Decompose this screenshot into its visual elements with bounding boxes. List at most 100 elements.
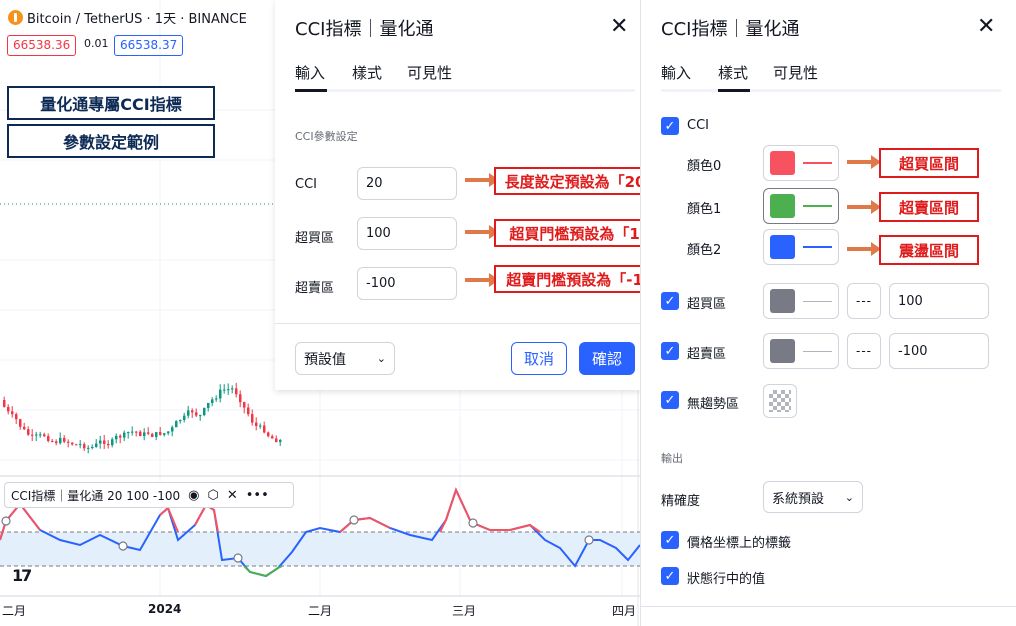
candle bbox=[107, 443, 110, 446]
candle bbox=[19, 419, 22, 427]
candle bbox=[187, 410, 190, 416]
trendless-fill-picker[interactable] bbox=[763, 384, 797, 418]
price-scale-label-checkbox[interactable]: ✓ bbox=[661, 531, 679, 549]
candle bbox=[67, 441, 70, 443]
overbought-swatch bbox=[770, 289, 796, 313]
bitcoin-icon bbox=[8, 10, 23, 25]
color2-swatch bbox=[770, 235, 796, 259]
tab-divider bbox=[661, 89, 1001, 92]
candle bbox=[155, 432, 158, 437]
cci-checkbox[interactable]: ✓ bbox=[661, 117, 679, 135]
candle bbox=[227, 389, 230, 391]
defaults-label: 預設值 bbox=[304, 351, 346, 368]
bid-price[interactable]: 66538.36 bbox=[7, 35, 77, 56]
overbought-line bbox=[803, 300, 832, 302]
ok-button[interactable]: 確認 bbox=[579, 342, 635, 375]
tab-style[interactable]: 樣式 bbox=[718, 62, 748, 83]
tab-style[interactable]: 樣式 bbox=[352, 62, 382, 83]
active-tab-indicator bbox=[295, 89, 327, 92]
overbought-value-input[interactable]: 100 bbox=[889, 283, 989, 319]
candle bbox=[175, 421, 178, 428]
oversold-color-picker[interactable] bbox=[763, 333, 839, 369]
overbought-checkbox[interactable]: ✓ bbox=[661, 292, 679, 310]
x-axis-label: 三月 bbox=[452, 604, 477, 618]
tab-inputs[interactable]: 輸入 bbox=[295, 62, 325, 83]
color2-picker[interactable] bbox=[763, 229, 839, 265]
dialog-title: CCI指標｜量化通 bbox=[295, 19, 434, 40]
subtitle-banner: 參數設定範例 bbox=[7, 124, 215, 158]
overbought-linestyle[interactable]: --- bbox=[847, 283, 881, 319]
close-icon[interactable]: ✕ bbox=[977, 14, 995, 39]
candle bbox=[135, 431, 138, 433]
symbol-header[interactable]: Bitcoin / TetherUS · 1天 · BINANCE bbox=[8, 8, 247, 27]
chevron-down-icon: ⌄ bbox=[844, 490, 854, 504]
candle bbox=[263, 425, 266, 433]
candle bbox=[43, 434, 46, 437]
candle bbox=[51, 440, 54, 442]
color0-swatch bbox=[770, 151, 796, 175]
candle bbox=[75, 444, 78, 446]
candle bbox=[191, 410, 194, 413]
candle bbox=[91, 446, 94, 448]
oversold-checkbox[interactable]: ✓ bbox=[661, 342, 679, 360]
overbought-color-picker[interactable] bbox=[763, 283, 839, 319]
candle bbox=[159, 432, 162, 435]
candle bbox=[131, 431, 134, 433]
candle bbox=[15, 414, 18, 420]
oversold-input[interactable]: -100 bbox=[357, 267, 457, 300]
candle bbox=[147, 432, 150, 434]
color2-line bbox=[803, 246, 832, 248]
candle bbox=[267, 432, 270, 437]
candle bbox=[115, 435, 118, 440]
settings-dialog-inputs[interactable]: CCI指標｜量化通 ✕ 輸入 樣式 可見性 CCI參數設定 CCI 20 超買區… bbox=[275, 0, 691, 390]
more-icon[interactable]: ••• bbox=[246, 488, 269, 503]
cancel-button[interactable]: 取消 bbox=[511, 342, 567, 375]
oversold-linestyle[interactable]: --- bbox=[847, 333, 881, 369]
tab-visibility[interactable]: 可見性 bbox=[407, 62, 452, 83]
annotation-color1: 超賣區間 bbox=[879, 192, 979, 222]
eye-icon[interactable]: ◉ bbox=[188, 488, 199, 503]
close-icon[interactable]: ✕ bbox=[227, 488, 238, 503]
settings-dialog-style[interactable]: CCI指標｜量化通 ✕ 輸入 樣式 可見性 ✓ CCI 顏色0 顏色1 顏色2 … bbox=[640, 0, 1016, 626]
cci-length-input[interactable]: 20 bbox=[357, 167, 457, 200]
price-scale-label-text: 價格坐標上的標籤 bbox=[687, 536, 792, 551]
tab-inputs[interactable]: 輸入 bbox=[661, 62, 691, 83]
candle bbox=[3, 400, 6, 407]
x-axis-label: 2024 bbox=[148, 602, 182, 616]
candle bbox=[47, 436, 50, 441]
candle bbox=[7, 406, 10, 412]
annotation-color0: 超買區間 bbox=[879, 148, 979, 178]
color1-swatch bbox=[770, 194, 796, 218]
oversold-label: 超賣區 bbox=[295, 281, 335, 296]
ask-price[interactable]: 66538.37 bbox=[114, 35, 184, 56]
active-tab-indicator bbox=[718, 89, 750, 92]
candle bbox=[247, 407, 250, 415]
overbought-input[interactable]: 100 bbox=[357, 217, 457, 250]
candle bbox=[179, 419, 182, 422]
output-section-label: 輸出 bbox=[661, 452, 683, 465]
settings-icon[interactable]: ⬡ bbox=[208, 488, 219, 503]
symbol-title: Bitcoin / TetherUS · 1天 · BINANCE bbox=[27, 12, 247, 27]
status-line-checkbox[interactable]: ✓ bbox=[661, 567, 679, 585]
overbought-label: 超買區 bbox=[295, 231, 335, 246]
precision-dropdown[interactable]: 系統預設 ⌄ bbox=[763, 481, 863, 513]
footer-divider bbox=[641, 606, 1016, 607]
color1-picker[interactable] bbox=[763, 188, 839, 224]
candle bbox=[151, 433, 154, 437]
oversold-swatch bbox=[770, 339, 796, 363]
close-icon[interactable]: ✕ bbox=[610, 14, 628, 39]
cci-oversold-segment bbox=[243, 565, 283, 578]
cci-checkbox-label: CCI bbox=[687, 118, 709, 133]
candle bbox=[87, 447, 90, 449]
oversold-label: 超賣區 bbox=[687, 347, 727, 362]
candle bbox=[11, 411, 14, 415]
indicator-legend[interactable]: CCI指標｜量化通 20 100 -100 ◉ ⬡ ✕ ••• bbox=[4, 482, 294, 508]
chevron-down-icon: ⌄ bbox=[376, 352, 386, 365]
trendless-checkbox[interactable]: ✓ bbox=[661, 391, 679, 409]
candle bbox=[243, 402, 246, 408]
oversold-value-input[interactable]: -100 bbox=[889, 333, 989, 369]
defaults-dropdown[interactable]: 預設值 ⌄ bbox=[295, 342, 395, 375]
candle bbox=[55, 441, 58, 444]
color0-picker[interactable] bbox=[763, 145, 839, 181]
tab-visibility[interactable]: 可見性 bbox=[773, 62, 818, 83]
